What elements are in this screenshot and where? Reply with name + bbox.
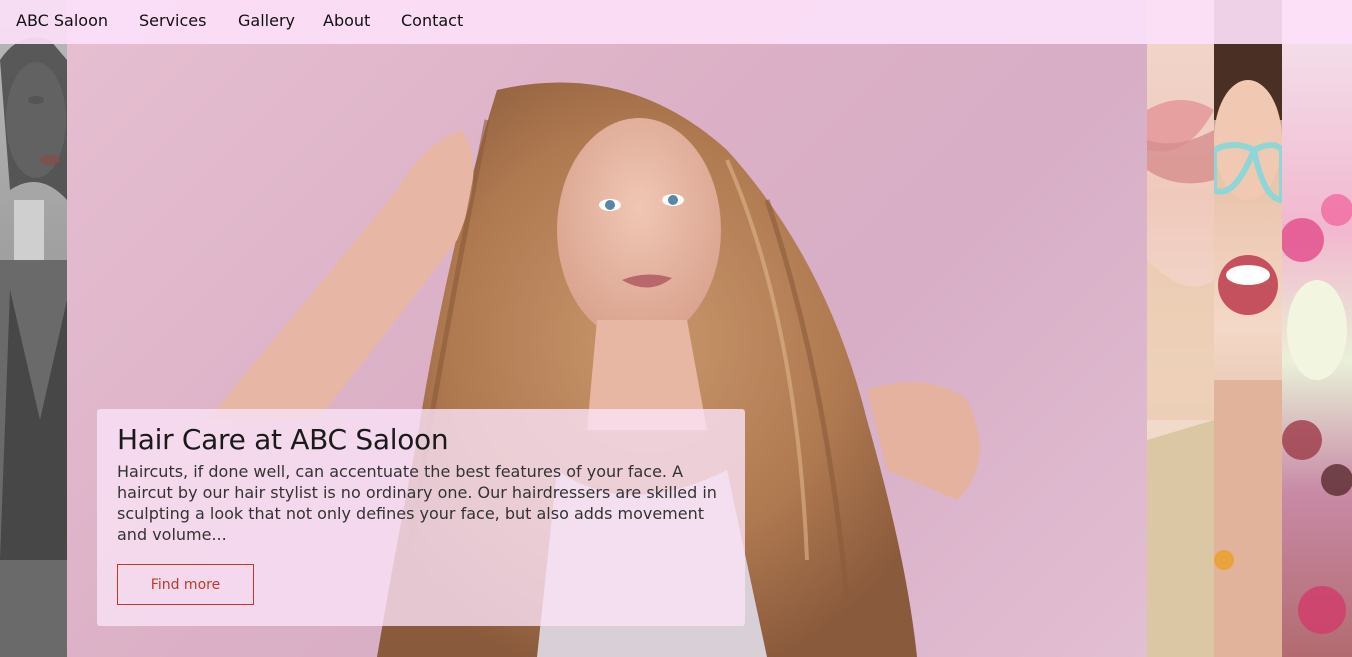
brand-link[interactable]: ABC Saloon (16, 11, 108, 30)
nav-link-services[interactable]: Services (139, 11, 206, 30)
carousel-next-slide-preview-3[interactable] (1282, 0, 1352, 657)
carousel-next-slide-preview-2[interactable] (1214, 0, 1282, 657)
lips-closeup-image (1147, 100, 1214, 657)
hero-description: Haircuts, if done well, can accentuate t… (117, 462, 717, 544)
model-portrait-image (0, 37, 67, 657)
hero-title: Hair Care at ABC Saloon (117, 423, 449, 456)
hero-info-card: Hair Care at ABC Saloon Haircuts, if don… (97, 409, 745, 626)
carousel-next-slide-preview-1[interactable] (1147, 0, 1214, 657)
find-more-button[interactable]: Find more (117, 564, 254, 605)
flowers-image (1282, 194, 1352, 634)
nav-link-about[interactable]: About (323, 11, 370, 30)
sunglasses-model-image (1214, 0, 1282, 657)
nav-link-gallery[interactable]: Gallery (238, 11, 295, 30)
navbar: ABC Saloon Services Gallery About Contac… (0, 0, 1352, 44)
carousel-prev-slide-preview[interactable] (0, 0, 67, 657)
nav-link-contact[interactable]: Contact (401, 11, 463, 30)
